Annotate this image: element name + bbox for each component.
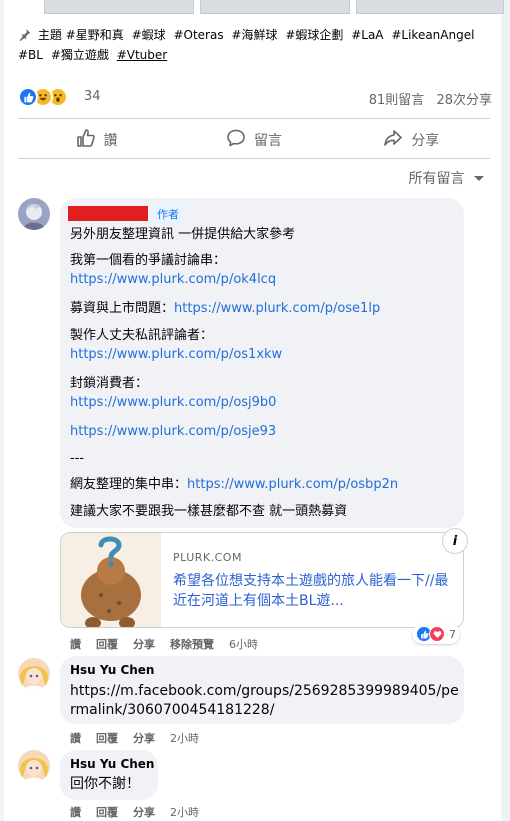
comment-timestamp[interactable]: 6小時 [229,636,258,652]
comment-line-label: 我第一個看的爭議討論串： [70,253,227,268]
plurk-link[interactable]: https://www.plurk.com/p/osje93 [70,424,276,439]
comment-bubble: 作者 另外朋友整理資訊 一併提供給大家參考 我第一個看的爭議討論串： https… [60,198,464,528]
thumbs-up-icon [76,128,96,152]
divider [18,118,490,119]
share-label: 分享 [411,133,440,149]
comment-author[interactable]: Hsu Yu Chen [70,757,154,771]
plurk-link[interactable]: https://www.plurk.com/p/osj9b0 [70,395,276,410]
hashtag-link[interactable]: #獨立遊戲 [51,48,109,62]
post-actions: 讚 留言 分享 [18,124,490,156]
comment-sort-dropdown[interactable]: 所有留言 [409,168,485,188]
comment-reaction-count: 7 [449,627,456,641]
comment-bubble-icon [226,128,246,152]
plurk-link[interactable]: https://www.plurk.com/p/ose1lp [174,301,380,316]
avatar[interactable] [18,750,50,782]
comment-count[interactable]: 81則留言 [369,93,425,108]
hashtag-link[interactable]: #星野和真 [66,28,124,42]
post-stats: 34 81則留言 28次分享 [18,86,492,108]
separator-text: --- [70,451,85,466]
plurk-link[interactable]: https://www.plurk.com/p/os1xkw [70,347,282,362]
comment-like-link[interactable]: 讚 [70,804,81,820]
comment-like-link[interactable]: 讚 [70,730,81,746]
comment-author[interactable]: Hsu Yu Chen [70,663,154,677]
comment-reactions[interactable]: 7 [412,624,460,644]
comment-line-label: 製作人丈夫私訊評論者： [70,328,214,343]
topics-label: 主題 [37,28,62,42]
author-badge: 作者 [152,204,184,224]
sort-label: 所有留言 [408,171,465,187]
hashtag-link[interactable]: #Oteras [173,28,223,42]
post-topics: 主題 #星野和真 #蝦球 #Oteras #海鮮球 #蝦球企劃 #LaA #Li… [18,26,488,64]
post-card: 主題 #星野和真 #蝦球 #Oteras #海鮮球 #蝦球企劃 #LaA #Li… [4,0,504,821]
comment-actions: 讚 回覆 分享 移除預覽 6小時 [70,636,258,652]
comment-line-label: 封鎖消費者： [70,376,149,391]
like-button[interactable]: 讚 [18,124,175,156]
comment-actions: 讚 回覆 分享 2小時 [70,804,199,820]
comment-reply-link[interactable]: 回覆 [96,636,118,652]
attached-images-strip[interactable] [44,0,504,14]
avatar[interactable] [18,198,50,230]
hashtag-link[interactable]: #BL [18,48,43,62]
comment-actions: 讚 回覆 分享 2小時 [70,730,199,746]
hashtag-link[interactable]: #蝦球企劃 [285,28,343,42]
link-preview-card[interactable]: PLURK.COM 希望各位想支持本土遊戲的旅人能看一下//最近在河道上有個本土… [60,532,464,628]
comment-closing: 建議大家不要跟我一樣甚麼都不查 就一頭熱募資 [70,504,348,519]
love-reaction-icon [429,626,445,642]
hashtag-link[interactable]: #Vtuber [117,48,168,62]
remove-preview-link[interactable]: 移除預覽 [170,636,214,652]
hashtag-link[interactable]: #LaA [351,28,383,42]
preview-title[interactable]: 希望各位想支持本土遊戲的旅人能看一下//最近在河道上有個本土BL遊... [173,571,455,611]
attached-image[interactable] [356,0,504,14]
preview-thumbnail [61,533,161,627]
attached-image[interactable] [44,0,194,14]
comment-button[interactable]: 留言 [175,124,332,156]
comment-line-label: 募資與上市問題： [70,301,175,316]
reaction-count[interactable]: 34 [84,89,101,104]
attached-image[interactable] [200,0,350,14]
share-button[interactable]: 分享 [333,124,490,156]
comment-text[interactable]: https://m.facebook.com/groups/2569285399… [70,682,460,720]
share-arrow-icon [383,128,403,152]
divider [18,158,490,159]
comment-bubble: Hsu Yu Chen https://m.facebook.com/group… [60,656,464,724]
like-reaction-icon [18,87,38,107]
plurk-link[interactable]: https://www.plurk.com/p/ok4lcq [70,272,276,287]
avatar[interactable] [18,658,50,690]
plurk-link[interactable]: https://www.plurk.com/p/osbp2n [187,477,398,492]
comment-label: 留言 [253,133,282,149]
preview-domain: PLURK.COM [173,551,242,564]
info-icon[interactable]: i [442,528,468,554]
comment-intro: 另外朋友整理資訊 一併提供給大家參考 [70,227,296,242]
comment-reply-link[interactable]: 回覆 [96,730,118,746]
comment-share-link[interactable]: 分享 [133,804,155,820]
comment-bubble: Hsu Yu Chen 回你不謝！ [60,750,158,800]
caret-down-icon [469,171,485,187]
comment-timestamp[interactable]: 2小時 [170,804,199,820]
comment-share-link[interactable]: 分享 [133,636,155,652]
comment-share-link[interactable]: 分享 [133,730,155,746]
share-count[interactable]: 28次分享 [436,93,492,108]
hashtag-link[interactable]: #海鮮球 [231,28,277,42]
hashtag-link[interactable]: #LikeanAngel [391,28,474,42]
comment-line-label: 網友整理的集中串： [70,477,188,492]
like-label: 讚 [103,133,118,149]
comment-like-link[interactable]: 讚 [70,636,81,652]
comment-text: 回你不謝！ [70,776,140,792]
hashtag-link[interactable]: #蝦球 [132,28,166,42]
pin-icon [18,28,34,46]
comment-timestamp[interactable]: 2小時 [170,730,199,746]
comment-reply-link[interactable]: 回覆 [96,804,118,820]
redacted-author-name[interactable] [68,206,148,221]
